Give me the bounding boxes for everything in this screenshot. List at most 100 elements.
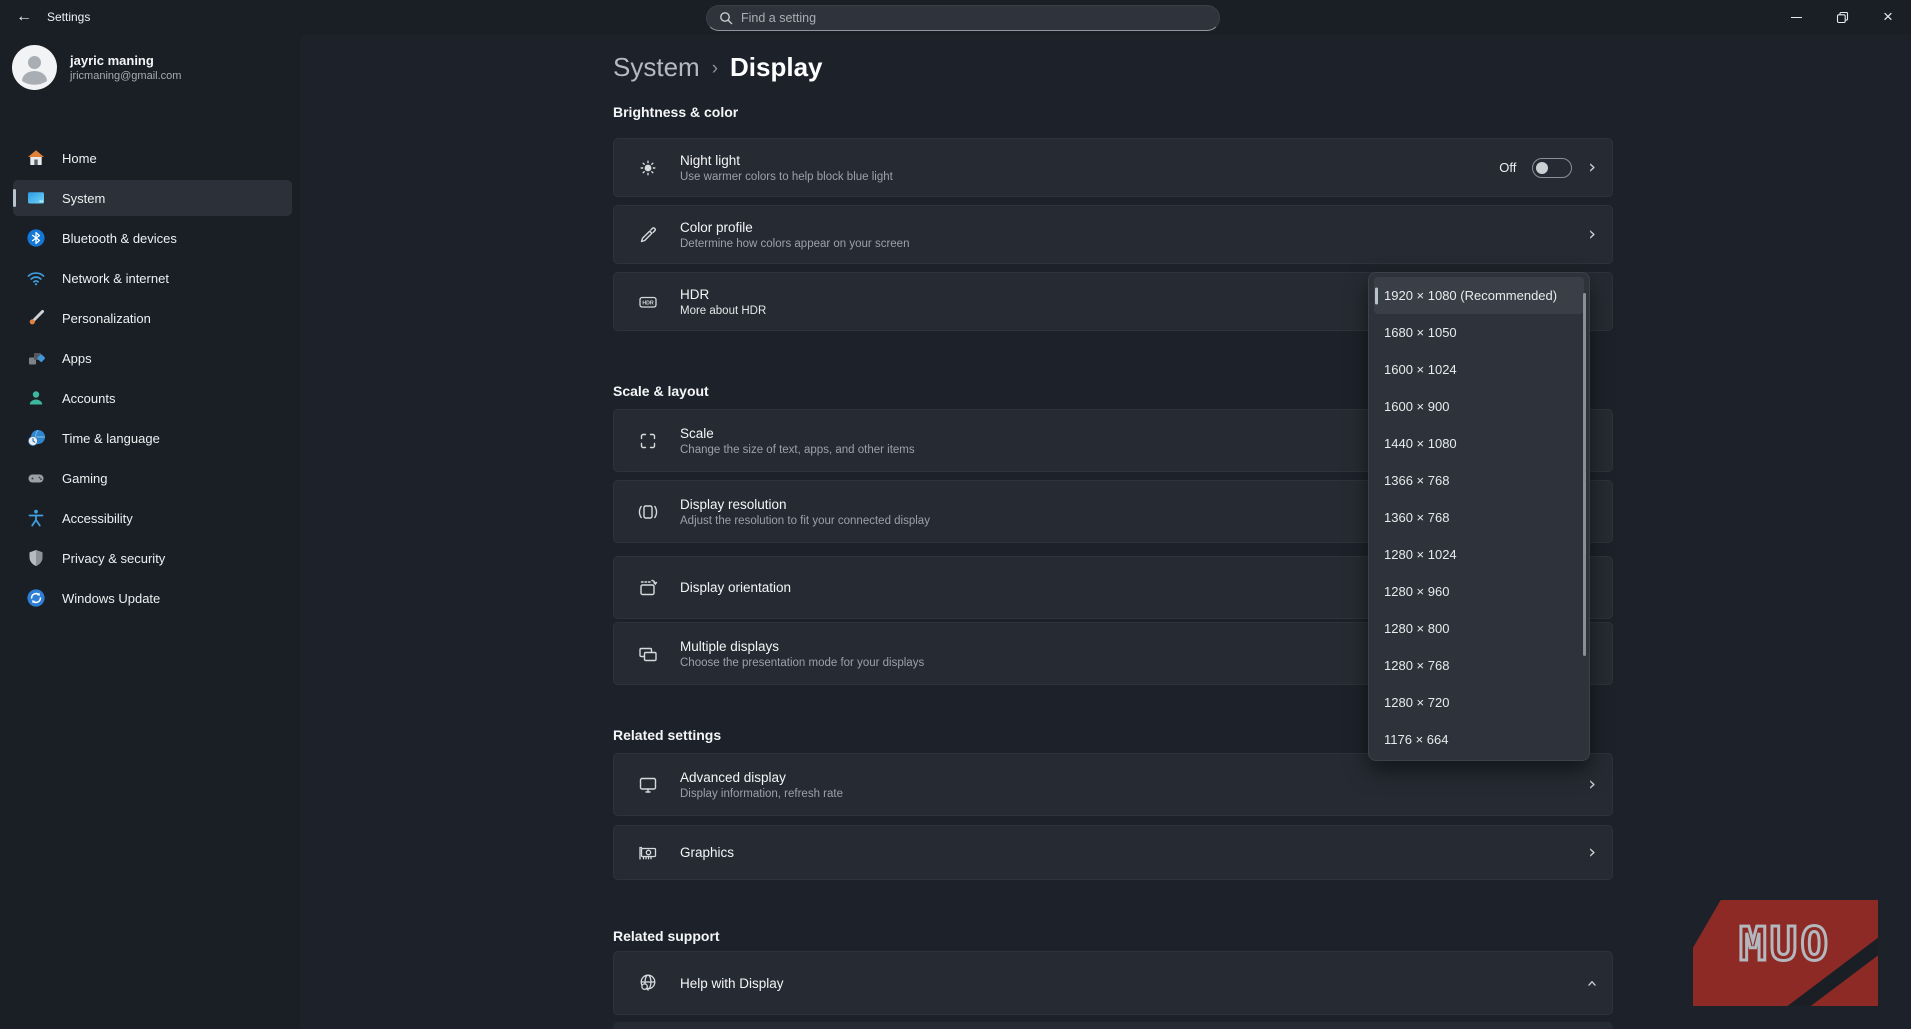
resolution-option[interactable]: 1280 × 800 <box>1374 610 1584 647</box>
advanced-display-title: Advanced display <box>680 770 843 785</box>
advanced-display-row[interactable]: Advanced display Display information, re… <box>613 753 1613 816</box>
night-light-subtitle: Use warmer colors to help block blue lig… <box>680 171 893 183</box>
sidebar-item-label: Privacy & security <box>62 551 165 566</box>
help-with-display-row[interactable]: Help with Display › <box>613 951 1613 1015</box>
apps-icon <box>26 348 46 368</box>
display-orientation-title: Display orientation <box>680 580 791 595</box>
display-resolution-icon <box>636 500 660 524</box>
resolution-option-selected[interactable]: 1920 × 1080 (Recommended) <box>1374 277 1584 314</box>
resolution-option[interactable]: 1176 × 664 <box>1374 721 1584 758</box>
resolution-option[interactable]: 1280 × 1024 <box>1374 536 1584 573</box>
back-button[interactable]: ← <box>6 4 42 30</box>
sidebar-item-personalization[interactable]: Personalization <box>13 300 292 336</box>
scale-subtitle: Change the size of text, apps, and other… <box>680 444 915 456</box>
sidebar-item-label: Apps <box>62 351 92 366</box>
multiple-displays-subtitle: Choose the presentation mode for your di… <box>680 657 924 669</box>
sidebar-item-system[interactable]: System <box>13 180 292 216</box>
sidebar-item-apps[interactable]: Apps <box>13 340 292 376</box>
sidebar-nav: Home System Bluetooth & devices Network … <box>0 140 300 620</box>
restore-button[interactable] <box>1819 0 1865 34</box>
user-name: jayric maning <box>70 53 181 68</box>
sidebar-item-label: Windows Update <box>62 591 160 606</box>
sidebar: jayric maning jricmaning@gmail.com Home … <box>0 34 300 1029</box>
chevron-right-icon: › <box>1588 158 1596 177</box>
sidebar-item-home[interactable]: Home <box>13 140 292 176</box>
sidebar-item-windows-update[interactable]: Windows Update <box>13 580 292 616</box>
sidebar-item-label: Personalization <box>62 311 151 326</box>
close-icon: × <box>1883 8 1893 25</box>
page-title: Display <box>730 52 823 83</box>
paintbrush-icon <box>26 308 46 328</box>
shield-icon <box>26 548 46 568</box>
close-button[interactable]: × <box>1865 0 1911 34</box>
sidebar-item-accounts[interactable]: Accounts <box>13 380 292 416</box>
svg-text:MUO: MUO <box>1739 917 1831 971</box>
resolution-option[interactable]: 1280 × 960 <box>1374 573 1584 610</box>
night-light-toggle[interactable] <box>1532 158 1572 178</box>
resolution-option[interactable]: 1360 × 768 <box>1374 499 1584 536</box>
breadcrumb-separator-icon: › <box>712 58 718 80</box>
sidebar-item-network[interactable]: Network & internet <box>13 260 292 296</box>
sidebar-item-label: Bluetooth & devices <box>62 231 177 246</box>
app-title: Settings <box>47 10 90 24</box>
advanced-display-icon <box>636 773 660 797</box>
night-light-toggle-state: Off <box>1499 160 1516 175</box>
gamepad-icon <box>26 468 46 488</box>
accounts-icon <box>26 388 46 408</box>
color-profile-subtitle: Determine how colors appear on your scre… <box>680 238 909 250</box>
bluetooth-icon <box>26 228 46 248</box>
sidebar-item-gaming[interactable]: Gaming <box>13 460 292 496</box>
sidebar-item-bluetooth[interactable]: Bluetooth & devices <box>13 220 292 256</box>
help-globe-icon <box>636 971 660 995</box>
section-scale-layout: Scale & layout <box>613 383 709 399</box>
breadcrumb-system[interactable]: System <box>613 52 700 83</box>
chevron-up-icon: › <box>1583 979 1602 987</box>
sidebar-item-label: Time & language <box>62 431 160 446</box>
hdr-subtitle-link[interactable]: More about HDR <box>680 305 766 317</box>
accessibility-icon <box>26 508 46 528</box>
color-profile-row[interactable]: Color profile Determine how colors appea… <box>613 205 1613 264</box>
sidebar-item-privacy[interactable]: Privacy & security <box>13 540 292 576</box>
display-resolution-subtitle: Adjust the resolution to fit your connec… <box>680 515 930 527</box>
clock-globe-icon <box>26 428 46 448</box>
resolution-option[interactable]: 1366 × 768 <box>1374 462 1584 499</box>
breadcrumb: System › Display <box>613 52 823 83</box>
sidebar-item-accessibility[interactable]: Accessibility <box>13 500 292 536</box>
help-with-display-title: Help with Display <box>680 976 784 991</box>
restore-icon <box>1836 11 1849 24</box>
window-controls: × <box>1773 0 1911 34</box>
minimize-button[interactable] <box>1773 0 1819 34</box>
color-profile-icon <box>636 223 660 247</box>
section-related-settings: Related settings <box>613 727 721 743</box>
night-light-row[interactable]: Night light Use warmer colors to help bl… <box>613 138 1613 197</box>
scale-title: Scale <box>680 426 915 441</box>
resolution-option[interactable]: 1680 × 1050 <box>1374 314 1584 351</box>
sidebar-item-label: System <box>62 191 105 206</box>
sidebar-item-time-language[interactable]: Time & language <box>13 420 292 456</box>
resolution-option[interactable]: 1440 × 1080 <box>1374 425 1584 462</box>
avatar <box>12 45 57 90</box>
dropdown-scrollbar[interactable] <box>1583 293 1586 656</box>
graphics-title: Graphics <box>680 845 734 860</box>
graphics-icon <box>636 841 660 865</box>
night-light-title: Night light <box>680 153 893 168</box>
resolution-option[interactable]: 1280 × 768 <box>1374 647 1584 684</box>
graphics-row[interactable]: Graphics › <box>613 825 1613 880</box>
sidebar-item-label: Gaming <box>62 471 108 486</box>
svg-text:HDR: HDR <box>642 300 653 306</box>
user-profile[interactable]: jayric maning jricmaning@gmail.com <box>12 45 181 90</box>
resolution-option[interactable]: 1600 × 900 <box>1374 388 1584 425</box>
settings-window: ← Settings Find a setting × <box>0 0 1911 1029</box>
section-brightness-color: Brightness & color <box>613 104 738 120</box>
display-orientation-icon <box>636 576 660 600</box>
resolution-option[interactable]: 1280 × 720 <box>1374 684 1584 721</box>
update-icon <box>26 588 46 608</box>
sidebar-item-label: Accounts <box>62 391 115 406</box>
section-related-support: Related support <box>613 928 720 944</box>
system-icon <box>26 188 46 208</box>
resolution-option[interactable]: 1600 × 1024 <box>1374 351 1584 388</box>
hdr-icon: HDR <box>636 290 660 314</box>
display-resolution-title: Display resolution <box>680 497 930 512</box>
home-icon <box>26 148 46 168</box>
scale-icon <box>636 429 660 453</box>
